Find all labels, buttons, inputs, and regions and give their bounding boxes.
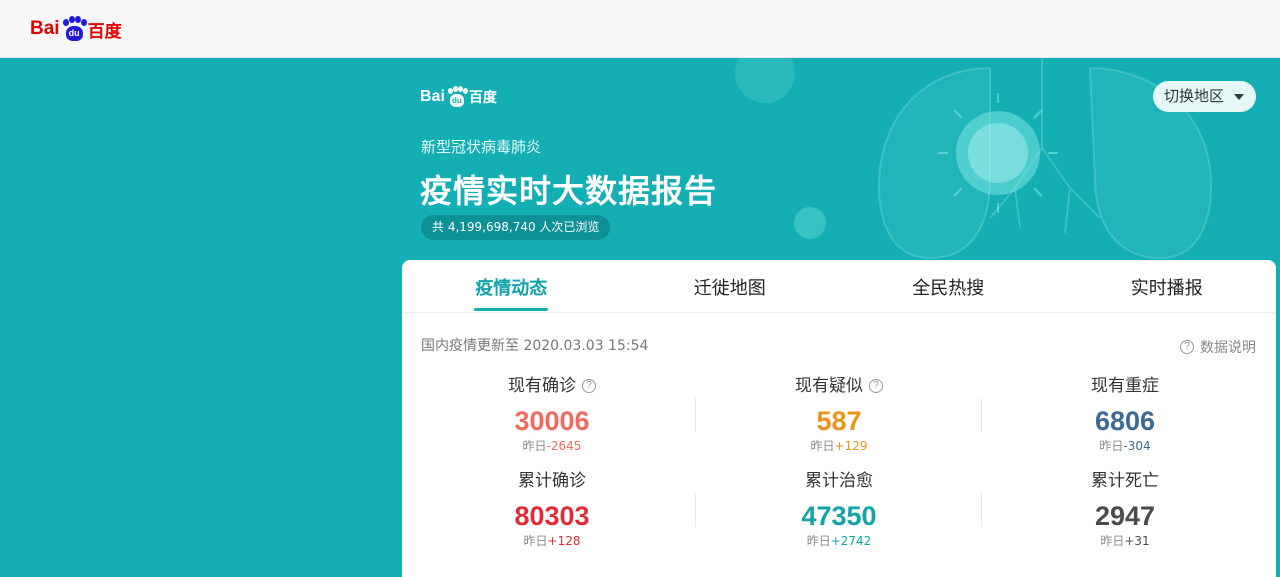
question-icon: ? [1180,340,1194,354]
tab-live-broadcast[interactable]: 实时播报 [1058,260,1277,312]
stat-value: 587 [816,406,862,436]
tab-label: 迁徙地图 [693,278,766,299]
stat-delta: 昨日+2742 [806,534,872,548]
logo-text-bai: Bai [30,18,60,39]
stat-delta: 昨日+31 [1100,534,1150,548]
stat-value: 80303 [514,501,590,531]
caret-down-icon [1234,94,1244,100]
baidu-logo[interactable]: Bai du 百度 [30,14,122,44]
stat-current-suspected: 现有疑似? 587 昨日+129 [694,374,984,454]
stat-label: 累计死亡 [1091,471,1159,491]
stat-value: 2947 [1094,501,1156,531]
banner-subtitle: 新型冠状病毒肺炎 [421,138,542,156]
stat-total-cured: 累计治愈 47350 昨日+2742 [694,469,984,549]
page-title: 疫情实时大数据报告 [420,172,718,210]
tab-hot-search[interactable]: 全民热搜 [839,260,1058,312]
banner-baidu-logo: Bai du 百度 [420,86,497,108]
update-time: 国内疫情更新至 2020.03.03 15:54 [421,338,649,354]
question-icon[interactable]: ? [869,379,883,393]
stat-label: 累计确诊 [518,471,586,491]
banner-logo-bai: Bai [420,88,445,105]
tab-bar: 疫情动态 迁徙地图 全民热搜 实时播报 [402,260,1276,313]
stat-total-confirmed: 累计确诊 80303 昨日+128 [407,469,697,549]
stat-value: 47350 [801,501,877,531]
tab-migration-map[interactable]: 迁徙地图 [621,260,840,312]
tab-epidemic-trends[interactable]: 疫情动态 [402,260,621,312]
banner-paw-icon: du [446,86,468,108]
data-explanation-link[interactable]: ? 数据说明 [1180,337,1256,357]
switch-region-button[interactable]: 切换地区 [1153,81,1256,112]
active-tab-indicator [474,308,549,311]
top-bar: Bai du 百度 [0,0,1280,58]
stat-delta: 昨日+128 [523,534,581,548]
stat-label: 现有疑似 [795,376,863,396]
stat-label: 现有确诊 [508,376,576,396]
virus-large [956,111,1040,195]
logo-text-cn: 百度 [87,21,122,42]
tab-label: 实时播报 [1130,278,1203,299]
stat-delta: 昨日-304 [1099,439,1151,453]
stat-label: 现有重症 [1091,376,1159,396]
switch-region-label: 切换地区 [1164,87,1225,105]
view-count-badge: 共 4,199,698,740 人次已浏览 [421,215,611,240]
banner-logo-cn: 百度 [468,90,497,106]
stat-value: 30006 [514,406,590,436]
stat-current-severe: 现有重症 6806 昨日-304 [980,374,1270,454]
stat-label: 累计治愈 [805,471,873,491]
paw-icon: du [61,16,87,42]
data-explanation-label: 数据说明 [1200,340,1256,356]
tab-label: 疫情动态 [475,278,548,299]
question-icon[interactable]: ? [582,379,596,393]
tab-label: 全民热搜 [912,278,985,299]
stat-current-confirmed: 现有确诊? 30006 昨日-2645 [407,374,697,454]
data-card: 疫情动态 迁徙地图 全民热搜 实时播报 国内疫情更新至 2020.03.03 1… [402,260,1276,577]
stat-total-deaths: 累计死亡 2947 昨日+31 [980,469,1270,549]
stat-delta: 昨日-2645 [522,439,582,453]
stat-value: 6806 [1094,406,1156,436]
stat-delta: 昨日+129 [810,439,868,453]
